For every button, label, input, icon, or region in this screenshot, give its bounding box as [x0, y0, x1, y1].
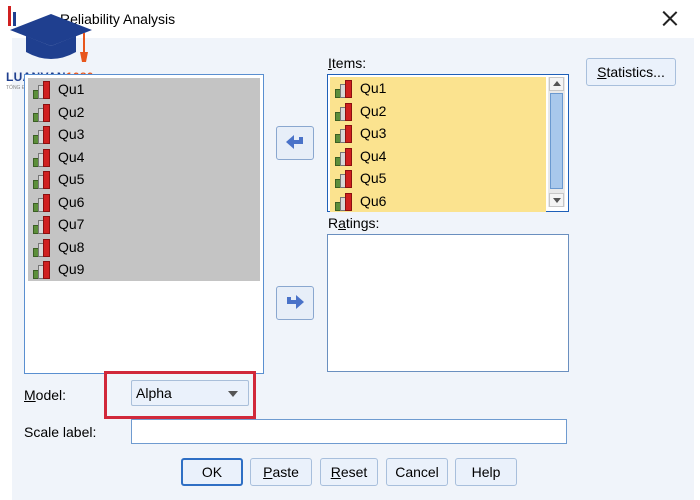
scale-variable-icon	[32, 238, 52, 257]
scale-variable-icon	[334, 102, 354, 121]
variable-name: Qu4	[58, 148, 85, 165]
variable-name: Qu9	[58, 261, 85, 278]
scale-label-label: Scale label:	[24, 424, 97, 440]
left-arrow-icon	[286, 135, 303, 149]
items-variable-item[interactable]: Qu3	[330, 122, 546, 145]
variable-name: Qu5	[360, 170, 387, 187]
ratings-label: Ratings:	[328, 215, 380, 231]
scale-variable-icon	[32, 193, 52, 212]
scroll-up-icon[interactable]	[549, 77, 564, 91]
source-variable-item[interactable]: Qu9	[28, 258, 260, 281]
paste-button[interactable]: Paste	[250, 458, 312, 486]
variable-name: Qu6	[58, 193, 85, 210]
items-rows: Qu1 Qu2 Qu3 Qu4 Qu5 Qu6	[330, 77, 546, 212]
scale-variable-icon	[334, 79, 354, 99]
items-scrollbar[interactable]	[548, 77, 565, 207]
move-to-items-button[interactable]	[276, 126, 314, 160]
ok-button[interactable]: OK	[181, 458, 243, 486]
source-variable-item[interactable]: Qu1	[28, 78, 260, 101]
source-variable-item[interactable]: Qu8	[28, 236, 260, 259]
scroll-thumb[interactable]	[550, 93, 563, 189]
items-variable-item[interactable]: Qu4	[330, 145, 546, 168]
scale-variable-icon	[32, 170, 52, 190]
variable-name: Qu2	[360, 102, 387, 119]
source-variable-item[interactable]: Qu3	[28, 123, 260, 146]
source-variable-item[interactable]: Qu2	[28, 101, 260, 124]
scale-variable-icon	[334, 124, 354, 144]
items-variable-item[interactable]: Qu2	[330, 100, 546, 123]
variable-name: Qu5	[58, 171, 85, 188]
statistics-button[interactable]: Statistics...	[586, 58, 676, 86]
variable-name: Qu7	[58, 216, 85, 233]
graduation-cap-icon	[10, 14, 92, 62]
help-button[interactable]: Help	[455, 458, 517, 486]
source-variable-item[interactable]: Qu5	[28, 168, 260, 191]
scale-variable-icon	[334, 192, 354, 211]
right-arrow-icon	[287, 295, 304, 309]
variable-name: Qu1	[58, 81, 85, 98]
source-variable-item[interactable]: Qu4	[28, 146, 260, 169]
scale-variable-icon	[32, 215, 52, 235]
scale-variable-icon	[32, 80, 52, 100]
scale-variable-icon	[32, 125, 52, 145]
model-label: Model:	[24, 387, 67, 403]
scale-label-input[interactable]	[131, 419, 567, 444]
variable-name: Qu3	[58, 126, 85, 143]
reliability-analysis-dialog: Reliability Analysis LUANVAN1080 TỔNG ĐÀ…	[0, 0, 700, 500]
variable-name: Qu8	[58, 238, 85, 255]
variable-name: Qu3	[360, 125, 387, 142]
source-variable-item[interactable]: Qu6	[28, 191, 260, 214]
scale-variable-icon	[32, 103, 52, 122]
source-variable-item[interactable]: Qu7	[28, 213, 260, 236]
reset-button[interactable]: Reset	[320, 458, 378, 486]
variable-name: Qu2	[58, 103, 85, 120]
close-icon[interactable]	[660, 9, 680, 29]
variable-name: Qu1	[360, 80, 387, 97]
items-label: Items:	[328, 55, 367, 71]
cancel-button[interactable]: Cancel	[386, 458, 448, 486]
variable-name: Qu4	[360, 147, 387, 164]
scale-variable-icon	[32, 148, 52, 167]
scale-variable-icon	[32, 260, 52, 280]
scale-variable-icon	[334, 169, 354, 189]
items-variable-item[interactable]: Qu6	[330, 190, 546, 213]
items-variable-item[interactable]: Qu5	[330, 167, 546, 190]
scale-variable-icon	[334, 147, 354, 166]
ratings-list[interactable]	[327, 234, 569, 372]
model-highlight-box	[104, 371, 256, 419]
move-to-ratings-button[interactable]	[276, 286, 314, 320]
source-variable-list[interactable]: Qu1 Qu2 Qu3 Qu4 Qu5 Qu6 Qu7 Qu8 Qu9	[24, 74, 264, 374]
source-variable-rows: Qu1 Qu2 Qu3 Qu4 Qu5 Qu6 Qu7 Qu8 Qu9	[28, 78, 260, 281]
items-variable-item[interactable]: Qu1	[330, 77, 546, 100]
scroll-down-icon[interactable]	[549, 193, 564, 207]
variable-name: Qu6	[360, 192, 387, 209]
items-list[interactable]: Qu1 Qu2 Qu3 Qu4 Qu5 Qu6	[327, 74, 569, 212]
